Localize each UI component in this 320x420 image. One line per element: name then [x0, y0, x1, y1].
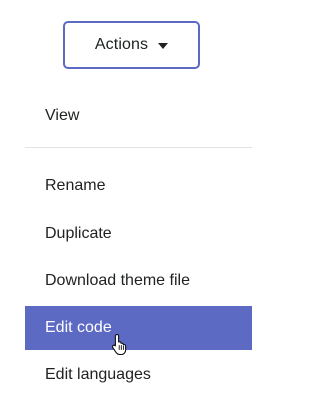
- menu-item-download-theme-file[interactable]: Download theme file: [25, 263, 252, 299]
- menu-item-edit-code[interactable]: Edit code: [25, 306, 252, 350]
- menu-item-duplicate[interactable]: Duplicate: [25, 216, 252, 252]
- menu-item-rename[interactable]: Rename: [25, 168, 252, 204]
- menu-item-view[interactable]: View: [25, 98, 252, 134]
- menu-divider: [25, 147, 252, 148]
- actions-menu: View Rename Duplicate Download theme fil…: [25, 80, 252, 420]
- menu-item-edit-languages[interactable]: Edit languages: [25, 357, 252, 393]
- hand-pointer-icon: [111, 333, 127, 355]
- caret-down-icon: [158, 43, 169, 49]
- actions-dropdown-button[interactable]: Actions: [63, 21, 200, 69]
- actions-button-label: Actions: [94, 36, 149, 53]
